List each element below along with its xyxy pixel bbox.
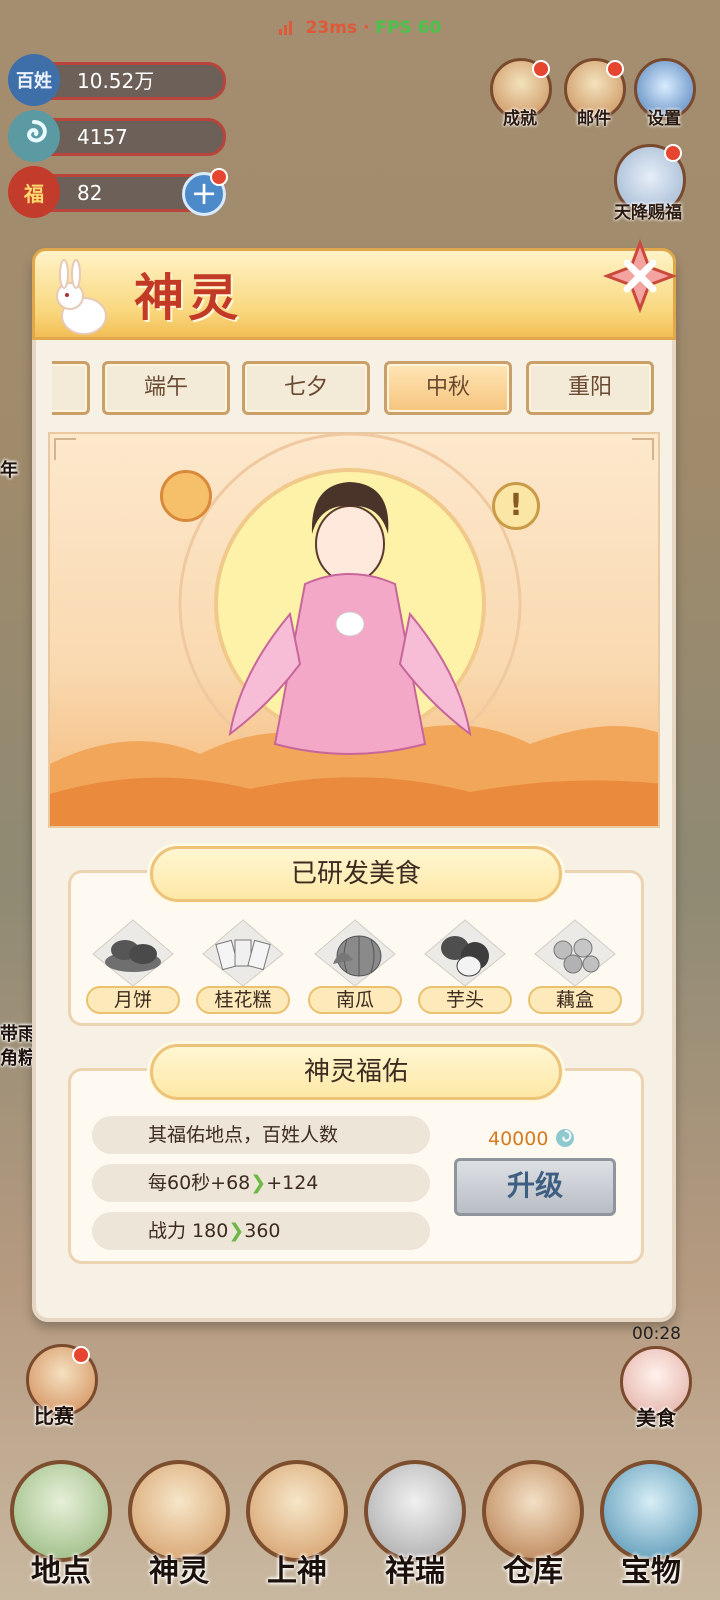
nav-auspicious-label: 祥瑞 [385, 1554, 445, 1589]
pumpkin-icon [314, 919, 396, 987]
character-scene: ! [48, 432, 660, 828]
panel-title: 神灵 [134, 268, 242, 327]
mooncake-icon [92, 919, 174, 987]
nav-upper-god-label: 上神 [267, 1554, 327, 1589]
lotus-box-icon [534, 919, 616, 987]
nav-location[interactable]: 地点 [2, 1438, 120, 1589]
osmanthus-cake-icon [202, 919, 284, 987]
match-dot [72, 1346, 90, 1364]
food-item-pumpkin[interactable]: 南瓜 [308, 918, 402, 1014]
status-bar: 23ms · FPS 60 [0, 18, 720, 40]
side-partial-1: 年 [0, 460, 18, 481]
bag-value: 82 [77, 181, 103, 205]
nav-treasure[interactable]: 宝物 [592, 1438, 710, 1589]
nav-treasure-label: 宝物 [621, 1554, 681, 1589]
info-exclamation-icon[interactable]: ! [492, 482, 540, 530]
taro-icon [424, 919, 506, 987]
nav-upper-god[interactable]: 上神 [238, 1438, 356, 1589]
settings-label[interactable]: 设置 [624, 104, 704, 129]
spirit-swirl-icon [8, 110, 60, 162]
nav-spirit-label: 神灵 [149, 1554, 209, 1589]
fps-text: FPS 60 [375, 18, 442, 38]
tab-qixi[interactable]: 七夕 [242, 361, 370, 415]
tab-chongyang[interactable]: 重阳 [526, 361, 654, 415]
achievement-label[interactable]: 成就 [480, 104, 560, 129]
close-button[interactable] [600, 236, 680, 316]
food-label: 桂花糕 [196, 986, 290, 1014]
population-icon: 百姓 [8, 54, 60, 106]
stat-power-next: 360 [244, 1220, 281, 1242]
food-item-mooncake[interactable]: 月饼 [86, 918, 180, 1014]
achievement-dot [532, 60, 550, 78]
mail-dot [606, 60, 624, 78]
corner-decoration [632, 438, 654, 460]
tab-hidden[interactable] [52, 361, 90, 415]
nav-spirit[interactable]: 神灵 [120, 1438, 238, 1589]
stat-per-60s: 每60秒+68❯+124 [92, 1164, 430, 1202]
nav-warehouse[interactable]: 仓库 [474, 1438, 592, 1589]
signal-icon [278, 20, 294, 40]
nav-auspicious[interactable]: 祥瑞 [356, 1438, 474, 1589]
countdown-timer: 00:28 [632, 1324, 681, 1344]
upgrade-cost-value: 40000 [488, 1128, 549, 1150]
status-separator: · [363, 18, 370, 38]
arrow-right-icon: ❯ [228, 1220, 245, 1242]
mail-label[interactable]: 邮件 [554, 104, 634, 129]
close-icon [602, 238, 678, 314]
stat-location-population: 其福佑地点，百姓人数 [92, 1116, 430, 1154]
food-label: 芋头 [418, 986, 512, 1014]
side-partial-3: 角粽 [0, 1048, 36, 1069]
nav-warehouse-label: 仓库 [503, 1554, 563, 1589]
nav-location-label: 地点 [31, 1554, 91, 1589]
food-label[interactable]: 美食 [636, 1402, 676, 1431]
food-label: 南瓜 [308, 986, 402, 1014]
side-partial-2: 带雨 [0, 1024, 36, 1045]
population-value: 10.52万 [77, 69, 155, 93]
stat-power: 战力 180❯360 [92, 1212, 430, 1250]
food-label: 月饼 [86, 986, 180, 1014]
spirit-swirl-icon [555, 1129, 574, 1147]
food-item-lotus-box[interactable]: 藕盒 [528, 918, 622, 1014]
festival-tabs: 端午 七夕 中秋 重阳 [52, 358, 656, 418]
ping-text: 23ms [305, 18, 358, 38]
goddess-illustration [50, 434, 658, 826]
match-label[interactable]: 比赛 [34, 1400, 74, 1429]
lucky-bag-icon: 福 [8, 166, 60, 218]
bag-icon-text: 福 [24, 181, 44, 206]
stat-per-60s-current: 每60秒+68 [148, 1172, 251, 1194]
food-item-taro[interactable]: 芋头 [418, 918, 512, 1014]
tab-duanwu[interactable]: 端午 [102, 361, 230, 415]
stat-per-60s-next: +124 [266, 1172, 319, 1194]
stat-power-current: 战力 180 [148, 1220, 229, 1242]
tab-zhongqiu[interactable]: 中秋 [384, 361, 512, 415]
blessing-title: 神灵福佑 [150, 1044, 562, 1100]
food-item-osmanthus-cake[interactable]: 桂花糕 [196, 918, 290, 1014]
notification-dot [210, 168, 228, 186]
food-badge-icon[interactable] [160, 470, 212, 522]
stat-text: 其福佑地点，百姓人数 [148, 1124, 339, 1146]
food-label: 藕盒 [528, 986, 622, 1014]
researched-foods-title: 已研发美食 [150, 846, 562, 902]
upgrade-cost: 40000 [488, 1128, 575, 1150]
population-icon-text: 百姓 [16, 71, 52, 92]
blessing-label[interactable]: 天降赐福 [600, 198, 696, 223]
rabbit-icon [40, 258, 124, 342]
upgrade-button[interactable]: 升级 [454, 1158, 616, 1216]
arrow-right-icon: ❯ [250, 1172, 267, 1194]
corner-decoration [54, 438, 76, 460]
blessing-dot [664, 144, 682, 162]
panel-header [32, 248, 676, 340]
spirit-value: 4157 [77, 125, 128, 149]
